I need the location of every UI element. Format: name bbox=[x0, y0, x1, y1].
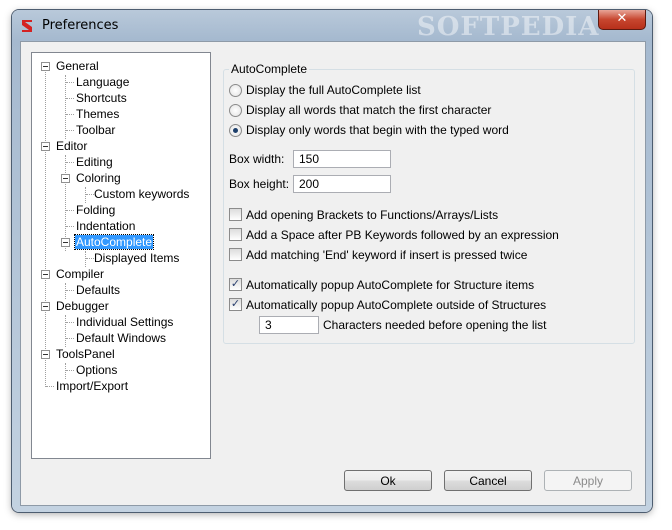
close-button[interactable]: ✕ bbox=[598, 10, 646, 30]
title-bar[interactable]: Preferences SOFTPEDIA ✕ bbox=[12, 10, 652, 42]
tree-item-toolspanel[interactable]: ToolsPanel bbox=[55, 347, 116, 361]
tree-item-default-windows[interactable]: Default Windows bbox=[75, 331, 167, 345]
tree-connector bbox=[66, 290, 74, 291]
tree-connector bbox=[66, 210, 74, 211]
checkbox-label: Automatically popup AutoComplete for Str… bbox=[246, 278, 535, 292]
collapse-icon[interactable] bbox=[61, 238, 70, 247]
tree-connector bbox=[85, 187, 86, 203]
tree-item-shortcuts[interactable]: Shortcuts bbox=[75, 91, 128, 105]
preferences-window: Preferences SOFTPEDIA ✕ General Language… bbox=[12, 10, 652, 512]
tree-item-displayed-items[interactable]: Displayed Items bbox=[93, 251, 180, 265]
checkbox[interactable] bbox=[229, 228, 242, 241]
collapse-icon[interactable] bbox=[61, 174, 70, 183]
box-width-input[interactable] bbox=[293, 150, 391, 168]
tree-connector bbox=[85, 251, 86, 267]
collapse-icon[interactable] bbox=[41, 350, 50, 359]
tree-connector bbox=[66, 370, 74, 371]
tree-connector bbox=[65, 363, 66, 379]
tree-item-language[interactable]: Language bbox=[75, 75, 130, 89]
tree-item-custom-keywords[interactable]: Custom keywords bbox=[93, 187, 190, 201]
radio-button[interactable] bbox=[229, 84, 242, 97]
tree-item-individual-settings[interactable]: Individual Settings bbox=[75, 315, 174, 329]
tree-item-debugger[interactable]: Debugger bbox=[55, 299, 110, 313]
tree-item-import-export[interactable]: Import/Export bbox=[55, 379, 129, 393]
tree-item-defaults[interactable]: Defaults bbox=[75, 283, 121, 297]
chars-needed-label: Characters needed before opening the lis… bbox=[323, 318, 547, 332]
tree-connector bbox=[65, 315, 66, 347]
preferences-tree[interactable]: General Language Shortcuts Themes Toolba… bbox=[31, 52, 211, 459]
tree-connector bbox=[65, 155, 66, 251]
checkbox[interactable] bbox=[229, 208, 242, 221]
tree-item-compiler[interactable]: Compiler bbox=[55, 267, 105, 281]
tree-item-general[interactable]: General bbox=[55, 59, 100, 73]
radio-label: Display only words that begin with the t… bbox=[246, 123, 509, 137]
collapse-icon[interactable] bbox=[41, 302, 50, 311]
checkbox[interactable]: ✓ bbox=[229, 278, 242, 291]
cancel-button[interactable]: Cancel bbox=[444, 470, 532, 491]
radio-button[interactable] bbox=[229, 104, 242, 117]
tree-connector bbox=[66, 98, 74, 99]
dialog-client-area: General Language Shortcuts Themes Toolba… bbox=[20, 41, 646, 506]
checkbox[interactable]: ✓ bbox=[229, 298, 242, 311]
checkbox-label: Add opening Brackets to Functions/Arrays… bbox=[246, 208, 499, 222]
box-width-label: Box width: bbox=[229, 152, 285, 166]
tree-connector bbox=[45, 66, 46, 387]
tree-item-autocomplete[interactable]: AutoComplete bbox=[73, 234, 155, 250]
window-title: Preferences bbox=[42, 18, 119, 33]
collapse-icon[interactable] bbox=[41, 142, 50, 151]
tree-connector bbox=[66, 82, 74, 83]
tree-connector bbox=[65, 283, 66, 299]
close-icon: ✕ bbox=[616, 11, 628, 26]
tree-connector bbox=[66, 130, 74, 131]
tree-connector bbox=[66, 338, 74, 339]
box-height-input[interactable] bbox=[293, 175, 391, 193]
autocomplete-group-title: AutoComplete bbox=[229, 62, 310, 76]
tree-connector bbox=[66, 322, 74, 323]
collapse-icon[interactable] bbox=[41, 270, 50, 279]
tree-item-themes[interactable]: Themes bbox=[75, 107, 120, 121]
checkbox-label: Automatically popup AutoComplete outside… bbox=[246, 298, 547, 312]
radio-button[interactable] bbox=[229, 124, 242, 137]
tree-item-editing[interactable]: Editing bbox=[75, 155, 114, 169]
box-height-label: Box height: bbox=[229, 177, 290, 191]
tree-connector bbox=[66, 226, 74, 227]
radio-label: Display all words that match the first c… bbox=[246, 103, 492, 117]
tree-item-indentation[interactable]: Indentation bbox=[75, 219, 136, 233]
tree-connector bbox=[46, 386, 54, 387]
tree-item-coloring[interactable]: Coloring bbox=[75, 171, 122, 185]
tree-item-folding[interactable]: Folding bbox=[75, 203, 116, 217]
apply-button[interactable]: Apply bbox=[544, 470, 632, 491]
tree-item-editor[interactable]: Editor bbox=[55, 139, 88, 153]
tree-item-options[interactable]: Options bbox=[75, 363, 118, 377]
checkbox-label: Add a Space after PB Keywords followed b… bbox=[246, 228, 559, 242]
checkbox[interactable] bbox=[229, 248, 242, 261]
ok-button[interactable]: Ok bbox=[344, 470, 432, 491]
tree-item-toolbar[interactable]: Toolbar bbox=[75, 123, 116, 137]
tree-connector bbox=[66, 114, 74, 115]
tree-connector bbox=[66, 162, 74, 163]
collapse-icon[interactable] bbox=[41, 62, 50, 71]
chars-needed-input[interactable] bbox=[259, 316, 319, 334]
app-icon bbox=[22, 20, 32, 32]
radio-label: Display the full AutoComplete list bbox=[246, 83, 421, 97]
watermark: SOFTPEDIA bbox=[417, 12, 600, 42]
checkbox-label: Add matching 'End' keyword if insert is … bbox=[246, 248, 528, 262]
